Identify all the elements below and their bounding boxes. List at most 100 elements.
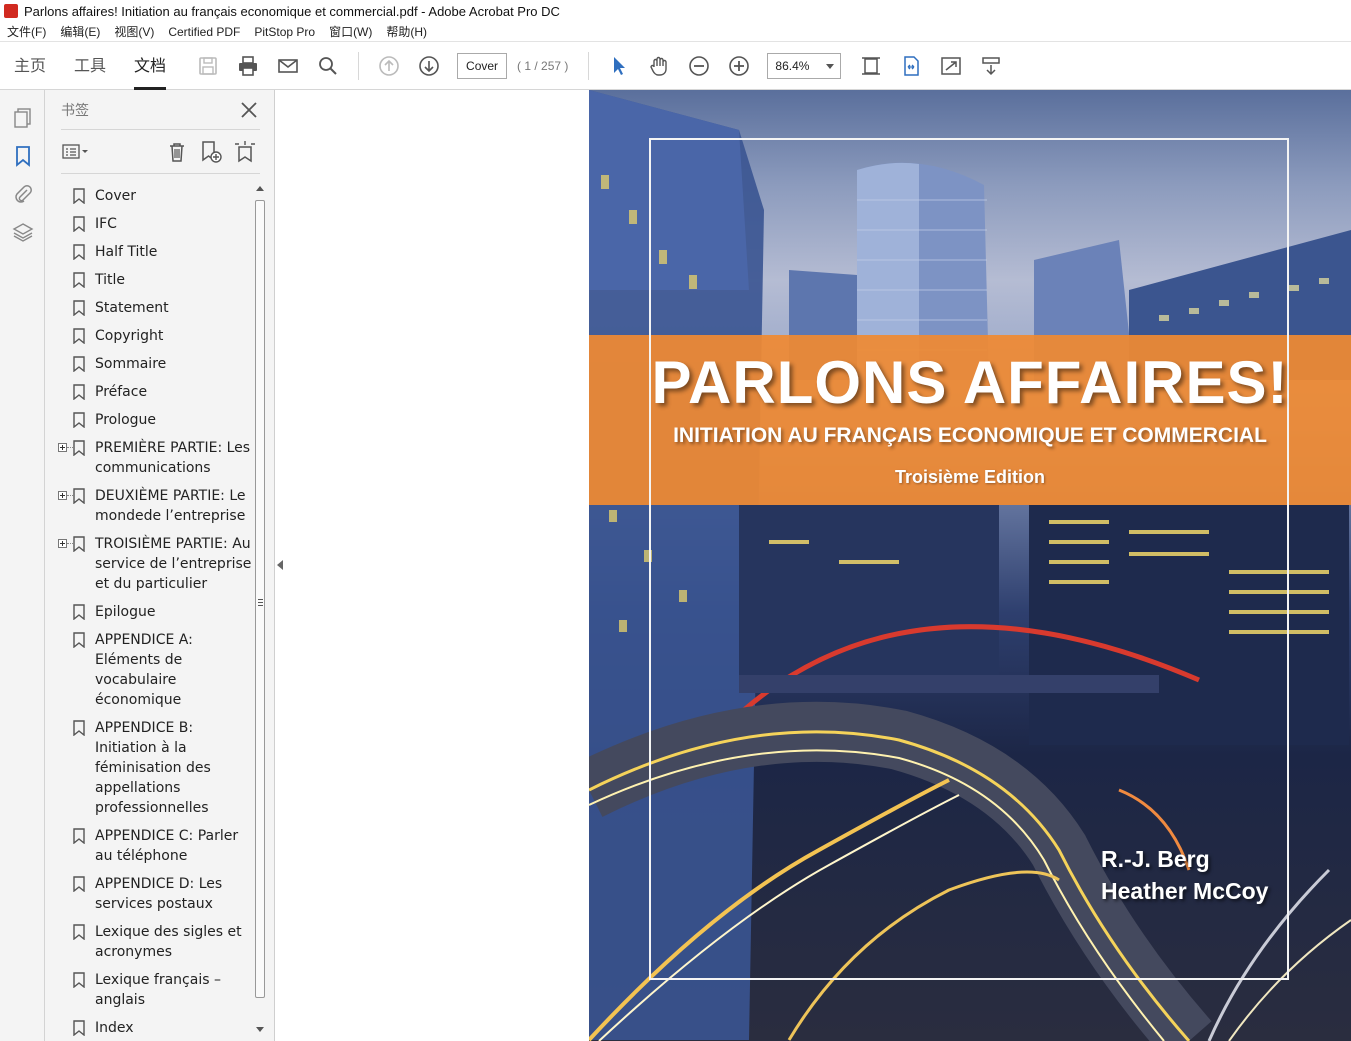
bookmark-item[interactable]: PREMIÈRE PARTIE: Les communications <box>45 434 253 482</box>
bookmark-label: Lexique français – anglais <box>95 972 221 1008</box>
title-bar: Parlons affaires! Initiation au français… <box>0 0 1351 22</box>
previous-page-icon[interactable] <box>373 50 405 82</box>
trash-icon[interactable] <box>162 137 192 167</box>
collapse-panel-icon[interactable] <box>277 560 283 570</box>
bookmark-item[interactable]: Epilogue <box>45 598 253 626</box>
bookmark-item[interactable]: TROISIÈME PARTIE: Au service de l’entrep… <box>45 530 253 598</box>
bookmark-icon <box>73 300 85 316</box>
bookmark-label: DEUXIÈME PARTIE: Le mondede l’entreprise <box>95 488 246 524</box>
zoom-level-select[interactable]: 86.4% <box>767 52 842 79</box>
expand-bookmark-icon[interactable] <box>230 137 260 167</box>
book-edition: Troisième Edition <box>894 467 1046 487</box>
bookmark-item[interactable]: APPENDICE D: Les services postaux <box>45 870 253 918</box>
expand-toggle-icon[interactable] <box>58 491 67 500</box>
bookmark-label: IFC <box>95 216 117 232</box>
scroll-up-icon[interactable] <box>256 186 264 191</box>
print-icon[interactable] <box>232 50 264 82</box>
menu-file[interactable]: 文件(F) <box>0 23 53 40</box>
bookmark-item[interactable]: APPENDICE A: Eléments de vocabulaire éco… <box>45 626 253 714</box>
email-icon[interactable] <box>272 50 304 82</box>
tab-document[interactable]: 文档 <box>120 42 180 90</box>
bookmark-item[interactable]: DEUXIÈME PARTIE: Le mondede l’entreprise <box>45 482 253 530</box>
menu-view[interactable]: 视图(V) <box>107 23 161 40</box>
save-icon[interactable] <box>192 50 224 82</box>
main-toolbar: 主页 工具 文档 Cover ( 1 / 257 ) 86.4% <box>0 42 1351 90</box>
new-bookmark-icon[interactable] <box>196 137 226 167</box>
bookmark-label: Copyright <box>95 328 164 344</box>
bookmark-icon <box>73 536 85 552</box>
read-mode-icon[interactable] <box>975 50 1007 82</box>
bookmark-item[interactable]: Lexique français – anglais <box>45 966 253 1014</box>
bookmark-options-icon[interactable] <box>61 137 91 167</box>
bookmark-icon <box>73 244 85 260</box>
page-count: ( 1 / 257 ) <box>517 58 569 73</box>
bookmark-label: Lexique des sigles et acronymes <box>95 924 242 960</box>
bookmark-label: Epilogue <box>95 604 156 620</box>
bookmark-item[interactable]: Prologue <box>45 406 253 434</box>
menu-pitstop-pro[interactable]: PitStop Pro <box>247 25 322 39</box>
tab-home[interactable]: 主页 <box>0 42 60 90</box>
bookmark-label: TROISIÈME PARTIE: Au service de l’entrep… <box>95 536 252 592</box>
bookmark-item[interactable]: APPENDICE C: Parler au téléphone <box>45 822 253 870</box>
grip-icon <box>258 599 263 600</box>
full-screen-icon[interactable] <box>935 50 967 82</box>
bookmark-label: APPENDICE B: Initiation à la féminisatio… <box>95 720 211 816</box>
fit-page-icon[interactable] <box>855 50 887 82</box>
toolbar-divider <box>588 51 590 80</box>
bookmark-label: Préface <box>95 384 148 400</box>
bookmark-icon <box>73 384 85 400</box>
tab-tools[interactable]: 工具 <box>60 42 120 90</box>
bookmark-item[interactable]: Half Title <box>45 238 253 266</box>
bookmark-icon <box>73 356 85 372</box>
bookmark-item[interactable]: IFC <box>45 210 253 238</box>
bookmark-panel-icon[interactable] <box>0 138 45 174</box>
bookmark-item[interactable]: Préface <box>45 378 253 406</box>
bookmark-label: Prologue <box>95 412 157 428</box>
close-icon[interactable] <box>238 99 260 121</box>
fit-width-icon[interactable] <box>895 50 927 82</box>
attachment-icon[interactable] <box>0 176 45 212</box>
next-page-icon[interactable] <box>413 50 445 82</box>
hand-tool-icon[interactable] <box>643 50 675 82</box>
bookmark-item[interactable]: Lexique des sigles et acronymes <box>45 918 253 966</box>
bookmark-item[interactable]: Index <box>45 1014 253 1038</box>
acrobat-app-icon <box>4 4 18 18</box>
menu-window[interactable]: 窗口(W) <box>322 23 379 40</box>
menu-edit[interactable]: 编辑(E) <box>53 23 107 40</box>
select-cursor-icon[interactable] <box>603 50 635 82</box>
bookmark-label: Sommaire <box>95 356 167 372</box>
bookmark-icon <box>73 488 85 504</box>
bookmark-item[interactable]: Sommaire <box>45 350 253 378</box>
bookmark-item[interactable]: Copyright <box>45 322 253 350</box>
book-title: PARLONS AFFAIRES! <box>651 349 1289 416</box>
bookmarks-panel: 书签 Cover IFC Half Title Title Statement Copyr… <box>45 90 275 1041</box>
bookmark-icon <box>73 604 85 620</box>
zoom-level-value: 86.4% <box>775 58 810 73</box>
menu-bar: 文件(F) 编辑(E) 视图(V) Certified PDF PitStop … <box>0 22 1351 42</box>
menu-help[interactable]: 帮助(H) <box>379 23 434 40</box>
bookmark-item[interactable]: APPENDICE B: Initiation à la féminisatio… <box>45 714 253 822</box>
bookmark-scrollbar[interactable] <box>253 182 267 1034</box>
scroll-down-icon[interactable] <box>256 1027 264 1032</box>
book-subtitle: INITIATION AU FRANÇAIS ECONOMIQUE ET COM… <box>673 424 1267 447</box>
zoom-out-icon[interactable] <box>683 50 715 82</box>
page-number-input[interactable]: Cover <box>457 52 508 79</box>
bookmarks-panel-title: 书签 <box>61 102 89 119</box>
layers-icon[interactable] <box>0 214 45 250</box>
expand-toggle-icon[interactable] <box>58 539 67 548</box>
bookmark-label: APPENDICE C: Parler au téléphone <box>95 828 239 864</box>
scrollbar-thumb[interactable] <box>255 200 265 998</box>
bookmark-icon <box>73 328 85 344</box>
expand-toggle-icon[interactable] <box>58 443 67 452</box>
search-icon[interactable] <box>312 50 344 82</box>
page-thumbnails-icon[interactable] <box>0 100 45 136</box>
bookmark-icon <box>73 188 85 204</box>
bookmark-item[interactable]: Statement <box>45 294 253 322</box>
bookmarks-toolbar <box>61 130 260 174</box>
bookmark-label: Statement <box>95 300 169 316</box>
menu-certified-pdf[interactable]: Certified PDF <box>161 25 247 39</box>
zoom-in-icon[interactable] <box>723 50 755 82</box>
bookmark-item[interactable]: Cover <box>45 182 253 210</box>
document-view[interactable]: PARLONS AFFAIRES! INITIATION AU FRANÇAIS… <box>276 90 1351 1041</box>
bookmark-item[interactable]: Title <box>45 266 253 294</box>
